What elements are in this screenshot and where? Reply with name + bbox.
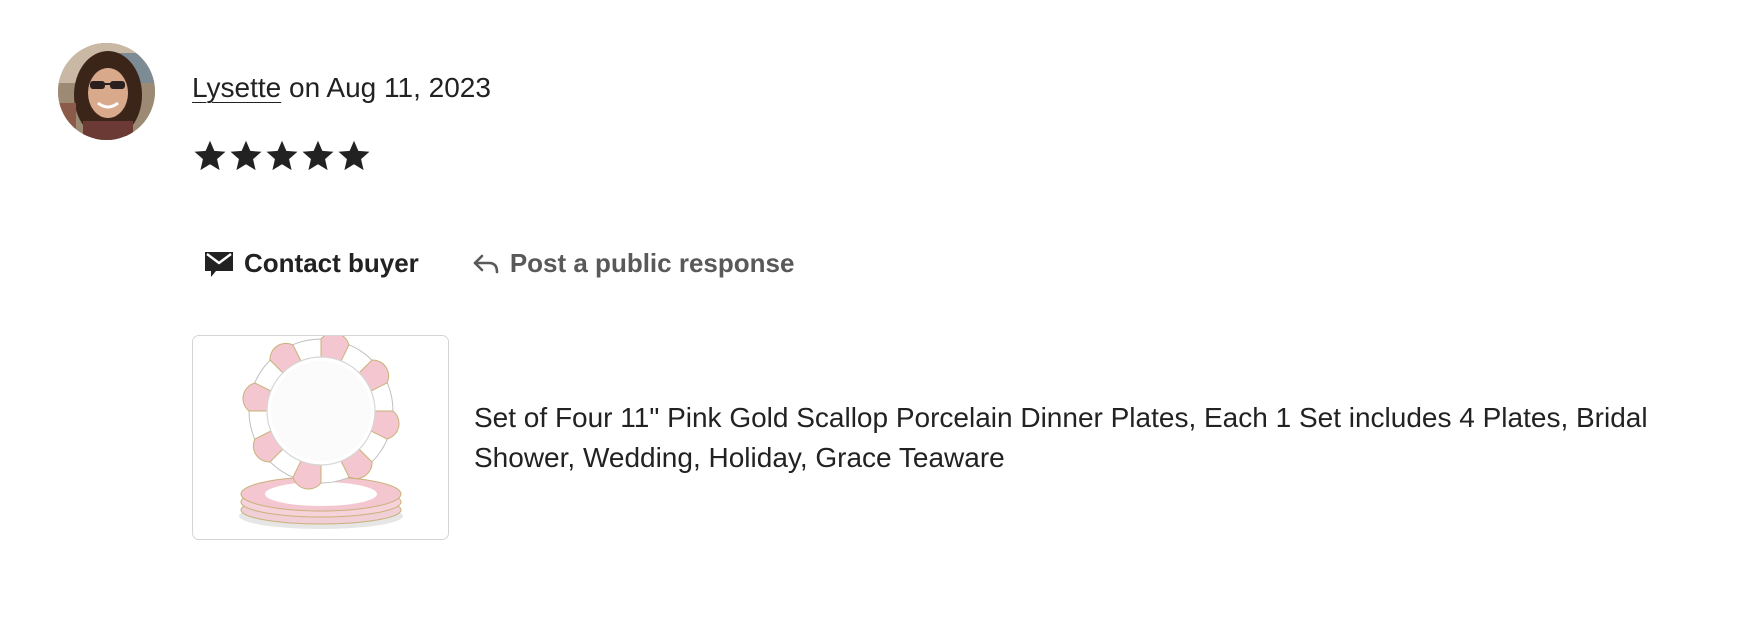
star-icon bbox=[230, 140, 262, 171]
avatar-image bbox=[58, 43, 155, 140]
star-icon bbox=[194, 140, 226, 171]
listing-thumbnail[interactable] bbox=[192, 335, 449, 540]
review-header: Lysette on Aug 11, 2023 bbox=[192, 70, 491, 106]
plate-image bbox=[193, 336, 448, 539]
star-icon bbox=[302, 140, 334, 171]
reviewer-avatar[interactable] bbox=[58, 43, 155, 140]
envelope-icon bbox=[204, 248, 234, 278]
star-rating bbox=[192, 138, 372, 174]
reviewer-name-link[interactable]: Lysette bbox=[192, 72, 281, 103]
review-actions: Contact buyer Post a public response bbox=[204, 243, 794, 283]
post-public-response-button[interactable]: Post a public response bbox=[471, 243, 795, 283]
review-date: on Aug 11, 2023 bbox=[281, 72, 491, 103]
reply-arrow-icon bbox=[471, 248, 501, 278]
post-public-response-label: Post a public response bbox=[509, 248, 795, 278]
star-icon bbox=[266, 140, 298, 171]
contact-buyer-label: Contact buyer bbox=[244, 248, 419, 278]
contact-buyer-button[interactable]: Contact buyer bbox=[204, 243, 419, 283]
listing-title-link[interactable]: Set of Four 11" Pink Gold Scallop Porcel… bbox=[474, 398, 1724, 478]
star-icon bbox=[338, 140, 370, 171]
reviewed-listing: Set of Four 11" Pink Gold Scallop Porcel… bbox=[192, 335, 1724, 540]
